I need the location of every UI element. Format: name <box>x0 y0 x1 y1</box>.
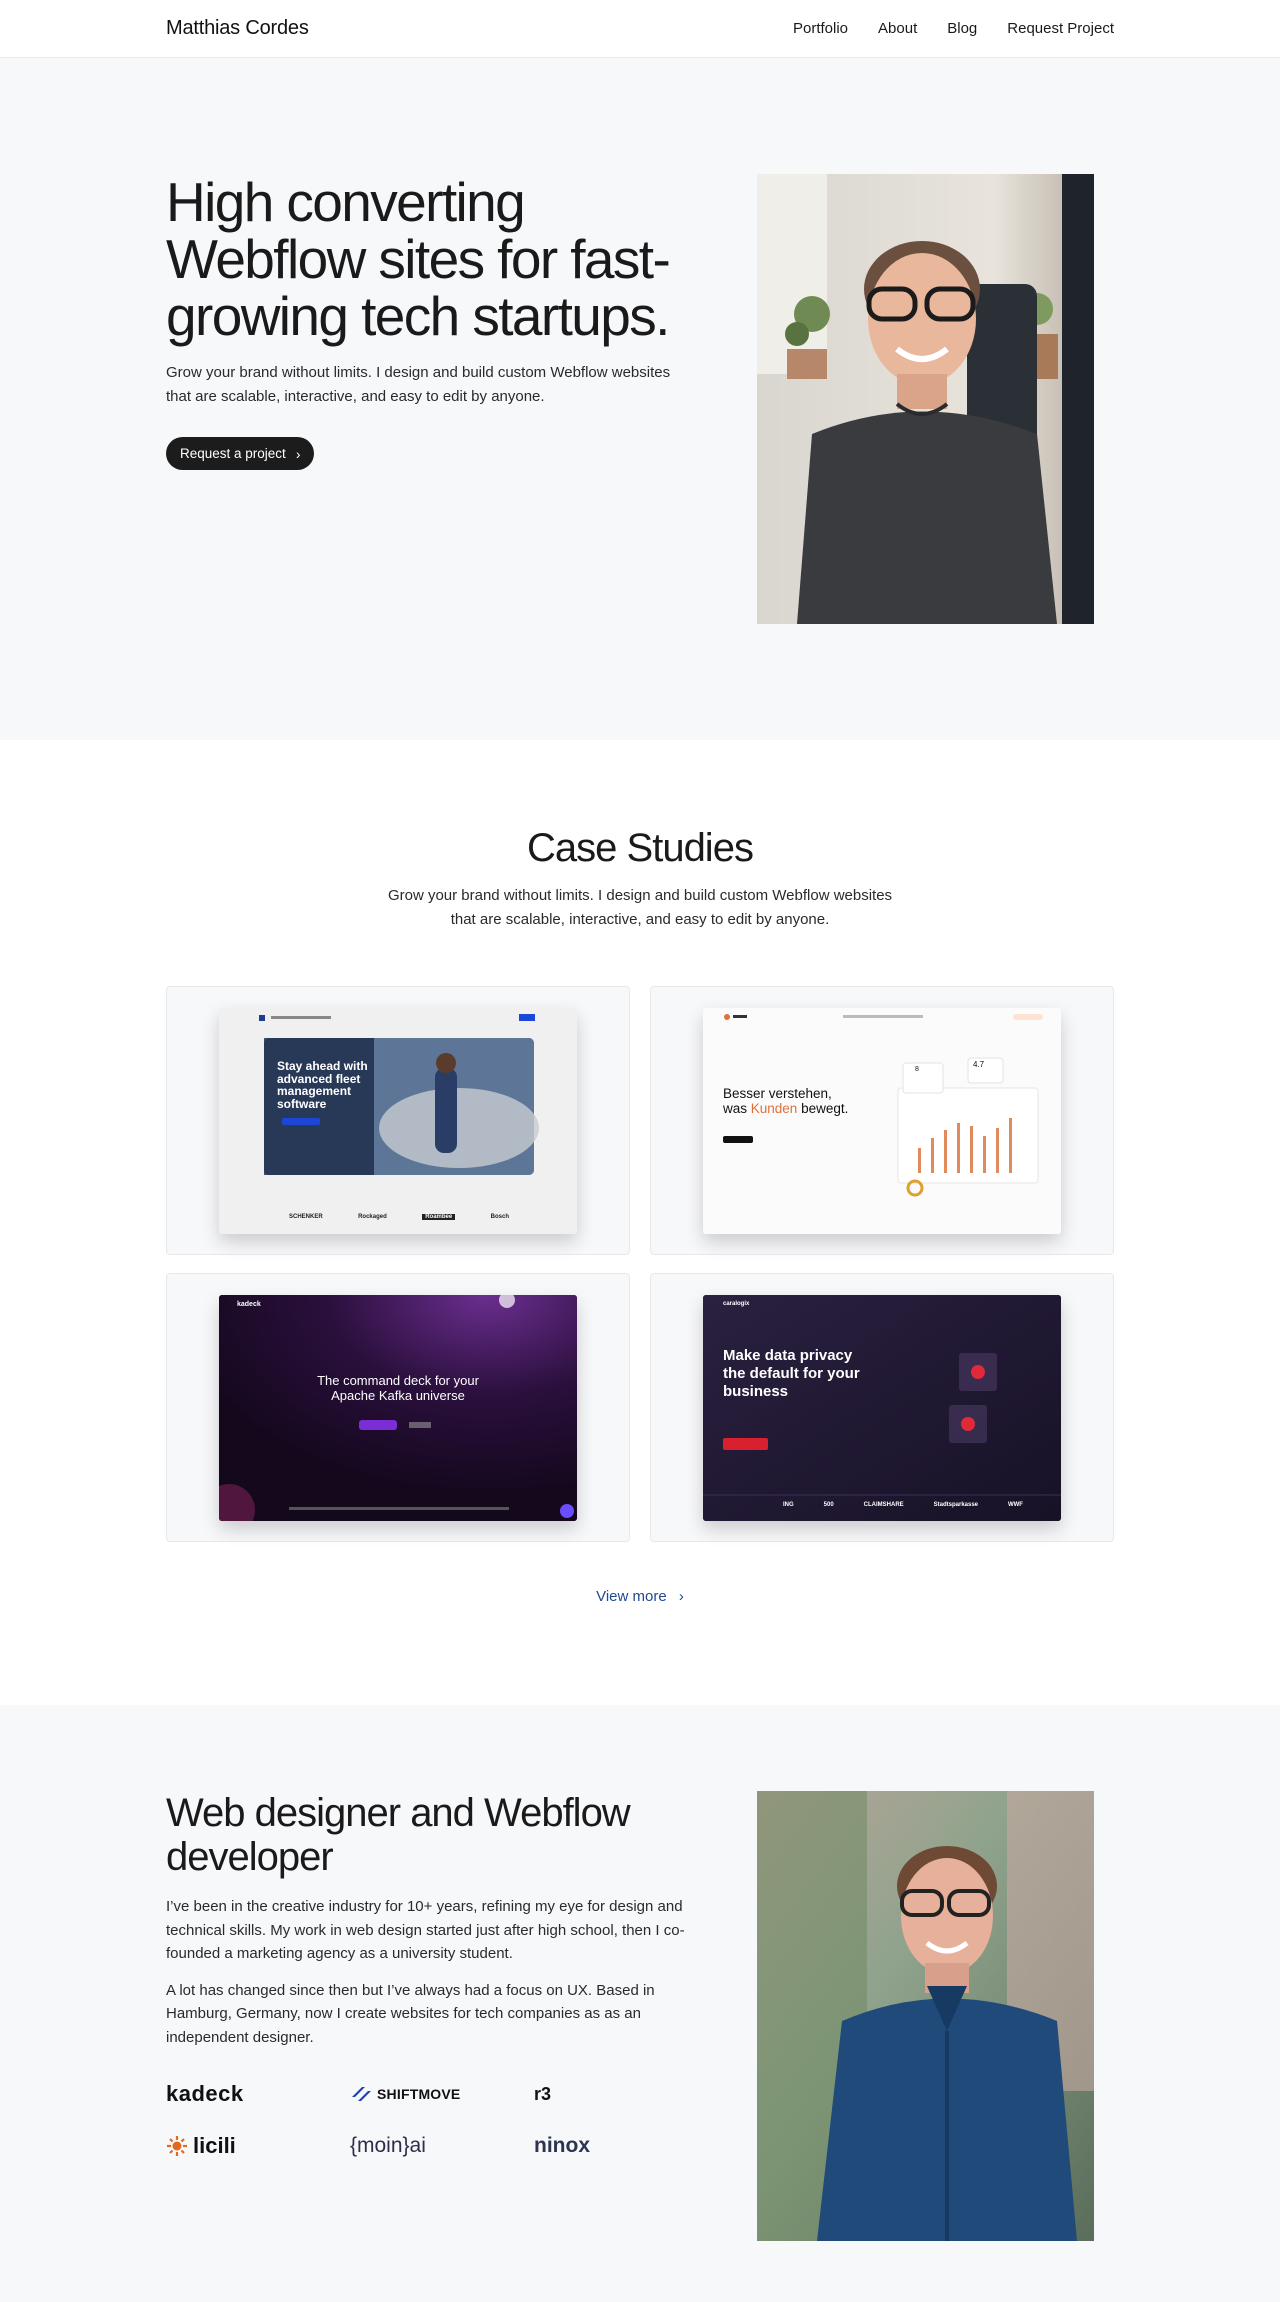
logo-schenker: SCHENKER <box>289 1214 323 1220</box>
logo-licili-text: licili <box>193 2133 236 2158</box>
privacy-hero-text: Make data privacy the default for your b… <box>723 1347 860 1400</box>
case-study-card-feedback[interactable]: Besser verstehen, was Kunden bewegt. 4.7… <box>650 986 1114 1255</box>
feedback-stat-small: 8 <box>915 1066 919 1073</box>
case-study-card-fleet[interactable]: Stay ahead with advanced fleet managemen… <box>166 986 630 1255</box>
case-studies-description: Grow your brand without limits. I design… <box>387 887 893 928</box>
logo-ninox-text: ninox <box>534 2134 590 2157</box>
chevron-right-icon: › <box>295 445 301 462</box>
request-project-button[interactable]: Request a project › <box>166 437 315 470</box>
nav-link-blog[interactable]: Blog <box>947 20 977 37</box>
chevron-right-icon: › <box>678 1588 684 1605</box>
logo-shiftmove-text: SHIFTMOVE <box>377 2086 461 2102</box>
case-study-card-kadeck[interactable]: kadeck The command deck for your Apache … <box>166 1273 630 1542</box>
licili-sun-icon <box>167 2136 187 2156</box>
logo-r3: r3 <box>534 2079 594 2109</box>
nav-link-request-project[interactable]: Request Project <box>1007 20 1114 37</box>
logo-licili: licili <box>166 2131 350 2161</box>
feedback-hero-accent: Kunden <box>750 1101 798 1116</box>
privacy-brand: caralogix <box>723 1301 750 1307</box>
top-nav: Matthias Cordes Portfolio About Blog Req… <box>0 0 1280 58</box>
request-project-label: Request a project <box>180 446 286 461</box>
nav-links: Portfolio About Blog Request Project <box>793 20 1114 37</box>
case-studies-section: Case Studies Grow your brand without lim… <box>0 740 1280 1705</box>
case-study-screenshot: kadeck The command deck for your Apache … <box>219 1295 577 1521</box>
fleet-logo-row: SCHENKER Rockaged Roambee Bosch <box>289 1214 509 1220</box>
about-portrait-photo <box>757 1791 1094 2241</box>
logo-moinai-text: {moin}ai <box>350 2134 426 2157</box>
about-section: Web designer and Webflow developer I’ve … <box>0 1705 1280 2302</box>
kadeck-brand: kadeck <box>237 1301 261 1308</box>
hero-description: Grow your brand without limits. I design… <box>166 364 671 405</box>
logo-ninox: ninox <box>534 2131 594 2161</box>
view-more-label: View more <box>596 1588 667 1605</box>
fleet-hero-text: Stay ahead with advanced fleet managemen… <box>277 1059 368 1111</box>
page: Matthias Cordes Portfolio About Blog Req… <box>0 0 1280 2302</box>
logo-wwf: WWF <box>1007 1502 1023 1508</box>
case-study-screenshot: Stay ahead with advanced fleet managemen… <box>219 1008 577 1234</box>
about-text: Web designer and Webflow developer I’ve … <box>166 1791 686 2049</box>
hero-section: High converting Webflow sites for fast-g… <box>0 58 1280 740</box>
kadeck-hero-text: The command deck for your Apache Kafka u… <box>317 1373 479 1403</box>
logo-kadeck: kadeck <box>166 2079 350 2109</box>
shiftmove-icon <box>352 2087 371 2101</box>
logo-rockaged: Rockaged <box>358 1214 387 1220</box>
view-more-link[interactable]: View more › <box>0 1588 1280 1605</box>
feedback-hero-line-1: Besser verstehen, <box>723 1086 832 1101</box>
about-paragraph-2: A lot has changed since then but I’ve al… <box>166 1981 655 2046</box>
about-paragraph-1: I’ve been in the creative industry for 1… <box>166 1898 685 1962</box>
brand-name[interactable]: Matthias Cordes <box>166 17 309 40</box>
logo-kadeck-text: kadeck <box>166 2081 244 2106</box>
logo-roambee: Roambee <box>422 1214 456 1220</box>
hero-text: High converting Webflow sites for fast-g… <box>166 174 686 470</box>
logo-bosch: Bosch <box>490 1214 509 1220</box>
feedback-hero-text: Besser verstehen, was Kunden bewegt. <box>723 1086 848 1116</box>
about-title: Web designer and Webflow developer <box>166 1791 631 1879</box>
feedback-hero-line-2-pre: was <box>723 1101 751 1116</box>
case-study-card-privacy[interactable]: caralogix Make data privacy the default … <box>650 1273 1114 1542</box>
logo-500: 500 <box>823 1502 834 1508</box>
case-study-screenshot: caralogix Make data privacy the default … <box>703 1295 1061 1521</box>
logo-ing: ING <box>783 1502 794 1508</box>
feedback-stat-value: 4.7 <box>973 1060 985 1069</box>
logo-shiftmove: SHIFTMOVE <box>350 2079 534 2109</box>
logo-stadtsparkasse: Stadtsparkasse <box>933 1502 978 1508</box>
feedback-hero-line-2-post: bewegt. <box>797 1101 849 1116</box>
case-study-screenshot: Besser verstehen, was Kunden bewegt. 4.7… <box>703 1008 1061 1234</box>
logo-r3-text: r3 <box>534 2083 552 2104</box>
nav-link-about[interactable]: About <box>878 20 917 37</box>
logo-moinai: {moin}ai <box>350 2131 534 2161</box>
hero-portrait-photo <box>757 174 1094 624</box>
client-logos: kadeck SHIFTMOVE r3 licili {moin}ai nino… <box>166 2079 590 2161</box>
logo-claimshare: CLAIMSHARE <box>863 1502 904 1508</box>
feedback-hero-line-2: was Kunden bewegt. <box>723 1101 848 1116</box>
privacy-logo-row: ING 500 CLAIMSHARE Stadtsparkasse WWF <box>783 1502 1023 1508</box>
nav-link-portfolio[interactable]: Portfolio <box>793 20 848 37</box>
hero-headline: High converting Webflow sites for fast-g… <box>166 171 671 347</box>
case-studies-title: Case Studies <box>527 826 754 870</box>
